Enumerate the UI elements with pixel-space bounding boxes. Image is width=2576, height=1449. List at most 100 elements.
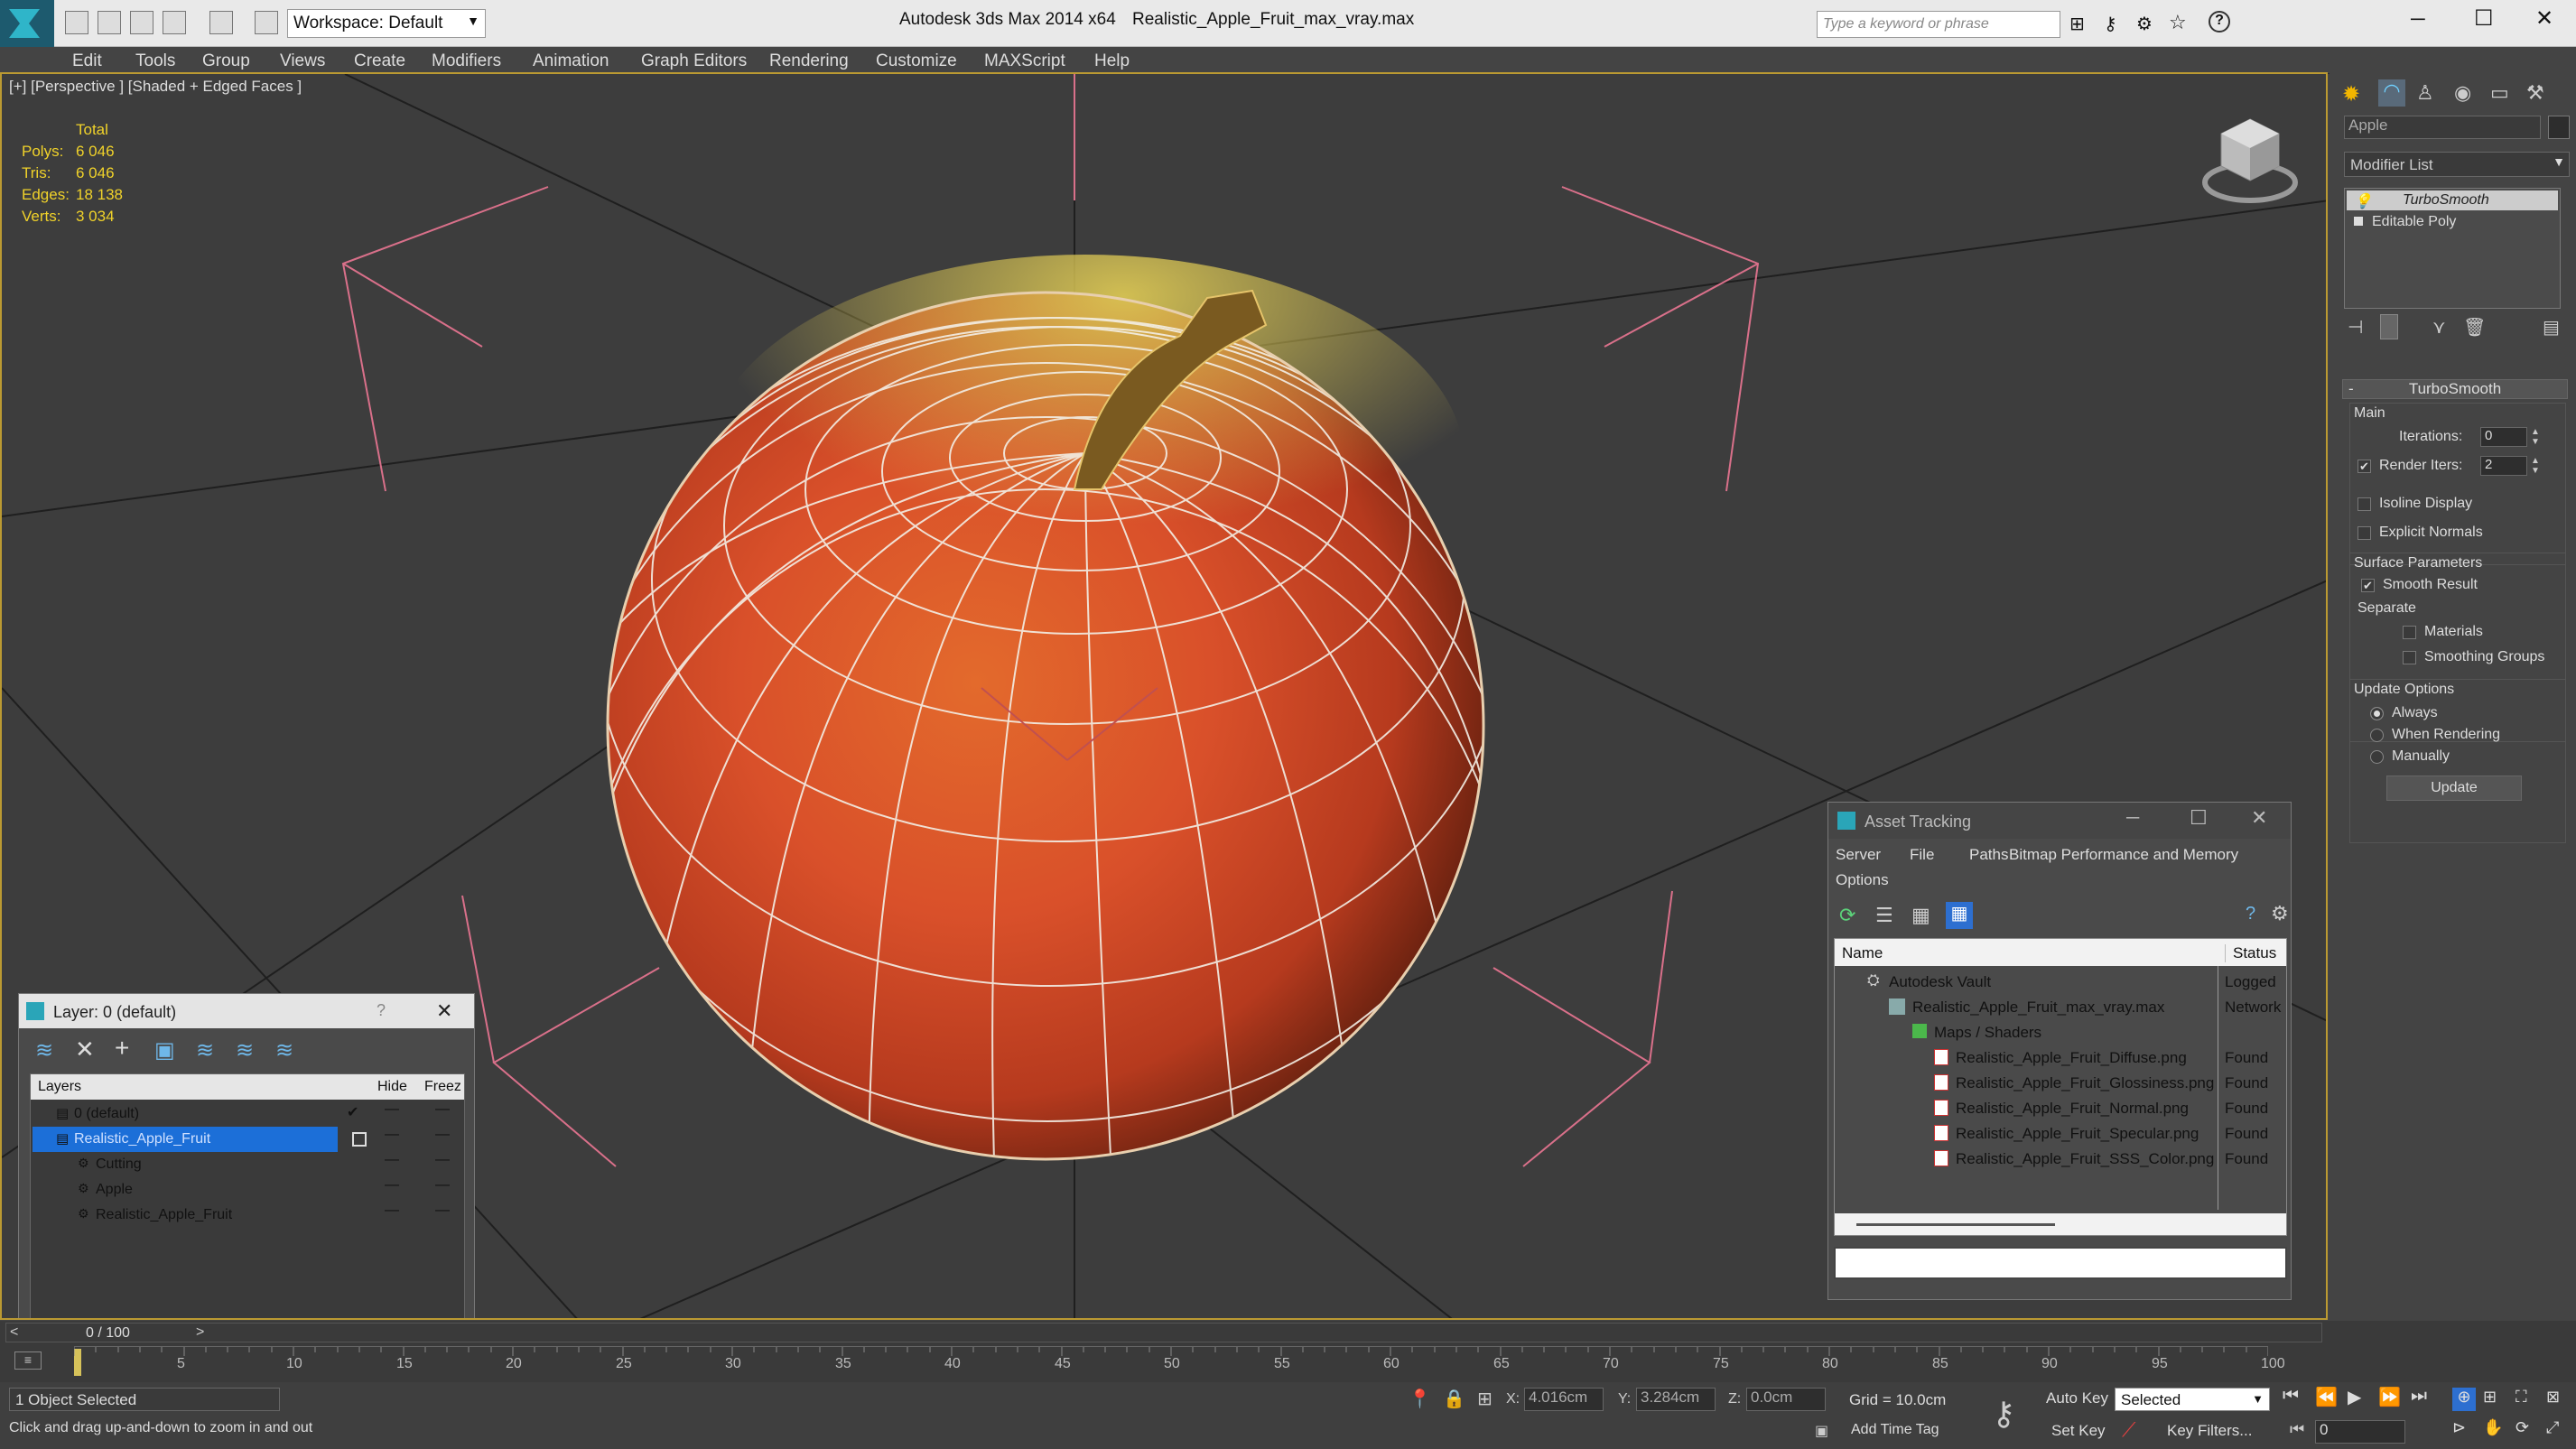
- configure-sets-icon[interactable]: ▤: [2543, 316, 2560, 339]
- freeze-toggle[interactable]: —: [435, 1101, 450, 1118]
- column-hide[interactable]: Hide: [377, 1079, 407, 1095]
- delete-layer-icon[interactable]: ✕: [75, 1036, 95, 1064]
- stack-item-editable-poly[interactable]: Editable Poly: [2347, 212, 2558, 232]
- asset-path-field[interactable]: [1834, 1247, 2287, 1279]
- spinner-arrows-icon[interactable]: ▲ ▼: [2531, 427, 2540, 447]
- table-row[interactable]: ⛭ Autodesk Vault Logged: [1835, 970, 2286, 995]
- list-item[interactable]: ▤ 0 (default) ✔ — —: [31, 1101, 464, 1127]
- close-icon[interactable]: ✕: [2535, 5, 2553, 32]
- motion-tab-icon[interactable]: ◉: [2454, 81, 2471, 105]
- create-tab-icon[interactable]: ✹: [2342, 81, 2360, 107]
- menu-customize[interactable]: Customize: [876, 51, 957, 71]
- menu-tools[interactable]: Tools: [135, 51, 175, 71]
- go-to-start-icon[interactable]: ⏮: [2283, 1386, 2299, 1407]
- iterations-spinner[interactable]: 0: [2480, 427, 2527, 447]
- modifier-list-dropdown[interactable]: Modifier List ▼: [2344, 152, 2570, 177]
- add-time-tag-button[interactable]: Add Time Tag: [1851, 1422, 1939, 1438]
- smoothing-groups-checkbox[interactable]: [2403, 651, 2416, 664]
- menu-options[interactable]: Options: [1836, 871, 1889, 889]
- key-filters-button[interactable]: Key Filters...: [2167, 1422, 2252, 1440]
- menu-animation[interactable]: Animation: [533, 51, 609, 71]
- play-icon[interactable]: ▶: [2348, 1386, 2361, 1408]
- list-item[interactable]: ⚙ Apple — —: [31, 1177, 464, 1203]
- create-layer-icon[interactable]: ≋: [35, 1037, 53, 1064]
- freeze-toggle[interactable]: —: [435, 1127, 450, 1143]
- asset-table[interactable]: Name Status ⛭ Autodesk Vault Logged Real…: [1834, 938, 2287, 1236]
- object-name-input[interactable]: Apple: [2344, 116, 2541, 139]
- isolate-selection-icon[interactable]: 📍: [1409, 1388, 1431, 1410]
- help-icon[interactable]: ?: [2246, 904, 2255, 924]
- table-row[interactable]: Maps / Shaders: [1835, 1020, 2286, 1045]
- viewport-label[interactable]: [+] [Perspective ] [Shaded + Edged Faces…: [9, 78, 302, 96]
- add-to-layer-icon[interactable]: +: [115, 1034, 129, 1063]
- menu-group[interactable]: Group: [202, 51, 250, 71]
- modify-tab-icon[interactable]: ◠: [2378, 79, 2405, 107]
- object-color-swatch[interactable]: [2548, 116, 2570, 139]
- orbit-icon[interactable]: ⟳: [2516, 1418, 2529, 1437]
- update-button[interactable]: Update: [2386, 776, 2522, 801]
- current-layer-toggle[interactable]: [352, 1132, 367, 1147]
- menu-graph-editors[interactable]: Graph Editors: [641, 51, 747, 71]
- modifier-stack[interactable]: 💡 TurboSmooth Editable Poly: [2344, 188, 2561, 309]
- stack-item-turbosmooth[interactable]: 💡 TurboSmooth: [2347, 190, 2558, 210]
- time-slider[interactable]: < 0 / 100 >: [5, 1323, 2322, 1342]
- highlight-layer-icon[interactable]: ≋: [196, 1037, 214, 1064]
- close-icon[interactable]: ✕: [2251, 806, 2267, 830]
- maximize-icon[interactable]: ☐: [2474, 5, 2494, 32]
- zoom-extents-icon[interactable]: ⛶: [2516, 1388, 2527, 1407]
- hide-toggle[interactable]: —: [385, 1101, 399, 1118]
- smooth-result-checkbox[interactable]: ✔: [2361, 579, 2375, 592]
- table-row[interactable]: Realistic_Apple_Fruit_Glossiness.png Fou…: [1835, 1071, 2286, 1096]
- layer-tree[interactable]: Layers Hide Freez ▤ 0 (default) ✔ — — ▤ …: [30, 1073, 465, 1318]
- spinner-arrows-icon[interactable]: ▲ ▼: [2531, 456, 2540, 476]
- workspace-dropdown[interactable]: Workspace: Default ▼: [287, 9, 486, 38]
- prev-frame-button[interactable]: <: [10, 1324, 18, 1341]
- track-bar[interactable]: 5 10 15 20 25 30 35 40 45 50 55 60 65 70 75 80 85 90 95 100: [74, 1346, 2285, 1379]
- list-view-icon[interactable]: ☰: [1875, 904, 1893, 927]
- mini-curve-editor-icon[interactable]: ≡: [14, 1351, 42, 1370]
- table-row[interactable]: Realistic_Apple_Fruit_max_vray.max Netwo…: [1835, 995, 2286, 1020]
- menu-edit[interactable]: Edit: [72, 51, 102, 71]
- viewcube-icon[interactable]: [2196, 110, 2304, 209]
- remove-modifier-icon[interactable]: 🗑: [2463, 316, 2486, 339]
- menu-views[interactable]: Views: [280, 51, 325, 71]
- favorites-star-icon[interactable]: ☆: [2169, 11, 2187, 34]
- when-rendering-radio[interactable]: [2370, 729, 2384, 742]
- selection-set-dropdown[interactable]: Selected ▼: [2115, 1388, 2270, 1411]
- close-icon[interactable]: ✕: [436, 999, 452, 1023]
- menu-help[interactable]: Help: [1094, 51, 1130, 71]
- next-frame-icon[interactable]: ⏩: [2378, 1386, 2401, 1408]
- render-iters-spinner[interactable]: 2: [2480, 456, 2527, 476]
- table-row[interactable]: Realistic_Apple_Fruit_Normal.png Found: [1835, 1096, 2286, 1121]
- absolute-transform-icon[interactable]: ⊞: [1477, 1388, 1493, 1410]
- binoculars-icon[interactable]: ⊞: [2069, 13, 2085, 35]
- new-file-icon[interactable]: [65, 11, 88, 34]
- column-freeze[interactable]: Freez: [424, 1079, 461, 1095]
- communication-icon[interactable]: ⚙: [2136, 13, 2153, 35]
- hide-toggle[interactable]: —: [385, 1203, 399, 1219]
- zoom-extents-all-icon[interactable]: ⊠: [2546, 1388, 2560, 1407]
- menu-rendering[interactable]: Rendering: [769, 51, 849, 71]
- menu-bitmap-performance[interactable]: Bitmap Performance and Memory: [2009, 846, 2238, 864]
- help-button[interactable]: ?: [2209, 11, 2230, 33]
- field-of-view-icon[interactable]: ⊳: [2452, 1418, 2466, 1437]
- freeze-all-icon[interactable]: ≋: [275, 1037, 293, 1064]
- key-icon[interactable]: ⚷: [2104, 13, 2117, 35]
- redo-icon[interactable]: [209, 11, 233, 34]
- expand-icon[interactable]: [2354, 217, 2363, 226]
- scrollbar-thumb[interactable]: [1856, 1223, 2055, 1226]
- table-row[interactable]: Realistic_Apple_Fruit_Specular.png Found: [1835, 1121, 2286, 1147]
- app-logo-icon[interactable]: [0, 0, 54, 47]
- menu-maxscript[interactable]: MAXScript: [984, 51, 1065, 71]
- list-item[interactable]: ⚙ Cutting — —: [31, 1152, 464, 1177]
- project-folder-icon[interactable]: [255, 11, 278, 34]
- show-end-result-icon[interactable]: [2380, 314, 2398, 339]
- pan-icon[interactable]: ✋: [2483, 1418, 2503, 1437]
- freeze-toggle[interactable]: —: [435, 1203, 450, 1219]
- add-time-tag-icon[interactable]: ▣: [1815, 1422, 1828, 1440]
- refresh-icon[interactable]: ⟳: [1839, 904, 1855, 927]
- table-view-icon[interactable]: ▦: [1946, 902, 1973, 929]
- undo-icon[interactable]: [163, 11, 186, 34]
- minimize-icon[interactable]: ─: [2411, 7, 2425, 31]
- go-to-end-icon[interactable]: ⏭: [2411, 1386, 2427, 1407]
